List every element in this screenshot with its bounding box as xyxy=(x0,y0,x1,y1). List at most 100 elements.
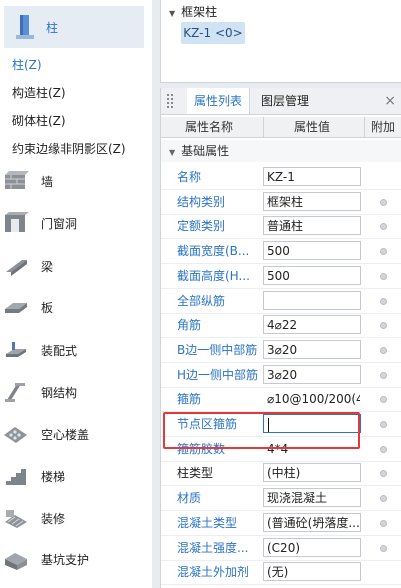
beam-icon xyxy=(3,254,29,278)
component-tree-panel: ▼ 框架柱 KZ-1 <0> xyxy=(160,0,401,83)
property-row[interactable]: 截面宽度(B... 500 xyxy=(161,239,401,265)
extra-attribute-radio[interactable] xyxy=(380,371,387,379)
category-beam[interactable]: 梁 xyxy=(0,249,150,283)
property-row[interactable]: 混凝土强度... (C20) xyxy=(161,536,401,561)
property-value-input[interactable]: (C20) xyxy=(263,537,361,557)
category-wall[interactable]: 墙 xyxy=(0,164,150,198)
prefab-icon xyxy=(3,338,29,362)
property-row[interactable]: 截面高度(H... 500 xyxy=(161,264,401,289)
extra-attribute-radio[interactable] xyxy=(380,272,387,280)
category-label: 柱 xyxy=(46,20,59,35)
property-name: 箍筋 xyxy=(177,392,202,407)
property-column-header: 属性名称 属性值 附加 xyxy=(161,117,401,138)
extra-attribute-radio[interactable] xyxy=(380,445,387,453)
property-value-input[interactable]: (中柱) xyxy=(263,463,361,483)
property-row[interactable]: H边一侧中部筋 3⌀20 xyxy=(161,363,401,388)
category-label: 钢结构 xyxy=(41,385,78,400)
extra-attribute-radio[interactable] xyxy=(380,297,387,305)
property-row[interactable]: 混凝土类型 (普通砼(坍落度... xyxy=(161,511,401,536)
category-prefab[interactable]: 装配式 xyxy=(0,333,150,367)
category-stair[interactable]: 楼梯 xyxy=(0,459,150,493)
category-hollow-floor[interactable]: 空心楼盖 xyxy=(0,417,150,451)
extra-attribute-radio[interactable] xyxy=(380,495,387,503)
property-row[interactable]: 名称 KZ-1 xyxy=(161,165,401,190)
property-row[interactable]: 混凝土外加剂 (无) xyxy=(161,560,401,586)
extra-attribute-radio[interactable] xyxy=(380,519,387,527)
property-value-input[interactable]: 4⌀22 xyxy=(263,315,361,335)
column-icon xyxy=(14,14,36,40)
category-foundation-pit[interactable]: 基坑支护 xyxy=(0,542,150,576)
property-value-input[interactable]: 普通柱 xyxy=(263,216,361,236)
extra-attribute-radio[interactable] xyxy=(380,544,387,552)
property-row[interactable]: 材质 现浇混凝土 xyxy=(161,486,401,512)
category-label: 板 xyxy=(41,300,54,315)
property-value-input[interactable] xyxy=(263,290,361,310)
extra-attribute-radio[interactable] xyxy=(380,322,387,330)
property-name: 混凝土外加剂 xyxy=(177,565,250,580)
expand-triangle-icon[interactable]: ▼ xyxy=(169,9,175,18)
property-row[interactable]: 结构类别 框架柱 xyxy=(161,190,401,215)
subitem-column-z[interactable]: 柱(Z) xyxy=(12,56,42,73)
property-value-text: 500 xyxy=(267,244,290,259)
group-basic-properties[interactable]: ▼ 基础属性 xyxy=(161,140,401,162)
property-value-input[interactable]: (无) xyxy=(263,562,361,582)
property-value-input[interactable]: 现浇混凝土 xyxy=(263,488,361,508)
subitem-construct-column[interactable]: 构造柱(Z) xyxy=(12,84,66,101)
row-divider xyxy=(161,584,401,586)
property-row[interactable]: 柱类型 (中柱) xyxy=(161,461,401,487)
category-label: 装修 xyxy=(41,511,66,526)
property-value-input[interactable]: 3⌀20 xyxy=(263,339,361,359)
panel-splitter[interactable] xyxy=(152,0,160,588)
category-decoration[interactable]: 装修 xyxy=(0,501,150,535)
category-column[interactable]: 柱 xyxy=(4,6,144,48)
extra-attribute-radio[interactable] xyxy=(380,248,387,256)
property-value-input[interactable]: KZ-1 xyxy=(263,167,361,186)
category-label: 基坑支护 xyxy=(41,552,90,567)
property-name: 定额类别 xyxy=(177,219,226,234)
extra-attribute-radio[interactable] xyxy=(380,346,387,354)
stair-icon xyxy=(3,464,29,488)
category-label: 墙 xyxy=(41,174,54,189)
drag-grip-icon[interactable] xyxy=(167,94,175,108)
property-value-input[interactable]: 3⌀20 xyxy=(263,364,361,384)
extra-attribute-radio[interactable] xyxy=(380,223,387,231)
tree-node-kz1[interactable]: KZ-1 <0> xyxy=(181,22,245,44)
property-name: 柱类型 xyxy=(177,466,214,481)
property-value-text: 3⌀20 xyxy=(267,367,298,382)
door-window-icon xyxy=(3,211,29,235)
category-label: 楼梯 xyxy=(41,469,66,484)
property-row[interactable]: 定额类别 普通柱 xyxy=(161,214,401,240)
property-value-input[interactable]: 500 xyxy=(263,265,361,285)
close-icon[interactable]: × xyxy=(384,88,396,114)
property-row[interactable]: B边一侧中部筋 3⌀20 xyxy=(161,338,401,363)
property-name: H边一侧中部筋 xyxy=(177,367,259,382)
property-value-input[interactable]: 500 xyxy=(263,241,361,261)
decoration-icon xyxy=(3,506,29,530)
subitem-constraint-edge[interactable]: 约束边缘非阴影区(Z) xyxy=(12,140,126,157)
property-value-input[interactable]: 框架柱 xyxy=(263,191,361,211)
collapse-triangle-icon[interactable]: ▼ xyxy=(169,148,175,157)
property-value-input[interactable]: ⌀10@100/200(4 xyxy=(263,389,361,409)
property-name: 混凝土强度... xyxy=(177,540,249,555)
property-row[interactable]: 全部纵筋 xyxy=(161,289,401,314)
extra-attribute-radio[interactable] xyxy=(380,470,387,478)
extra-attribute-radio[interactable] xyxy=(380,421,387,428)
property-name: 材质 xyxy=(177,491,202,506)
property-name: 混凝土类型 xyxy=(177,515,238,530)
category-slab[interactable]: 板 xyxy=(0,290,150,324)
category-label: 梁 xyxy=(41,259,54,274)
property-row[interactable]: 箍筋 ⌀10@100/200(4 xyxy=(161,387,401,413)
property-name: B边一侧中部筋 xyxy=(177,342,258,357)
component-nav-panel: 柱 柱(Z) 构造柱(Z) 砌体柱(Z) 约束边缘非阴影区(Z) 墙 门窗洞 梁… xyxy=(0,0,153,588)
category-door-window[interactable]: 门窗洞 xyxy=(0,206,150,240)
tab-property-list[interactable]: 属性列表 xyxy=(187,88,250,114)
extra-attribute-radio[interactable] xyxy=(380,396,387,404)
property-row[interactable]: 角筋 4⌀22 xyxy=(161,313,401,339)
tab-layer-management[interactable]: 图层管理 xyxy=(261,88,309,114)
category-steel-structure[interactable]: 钢结构 xyxy=(0,375,150,409)
extra-attribute-radio[interactable] xyxy=(380,198,387,206)
tree-root-frame-column[interactable]: ▼ 框架柱 xyxy=(169,3,217,20)
property-value-input[interactable]: (普通砼(坍落度... xyxy=(263,512,361,532)
subitem-masonry-column[interactable]: 砌体柱(Z) xyxy=(12,112,66,129)
property-name: 名称 xyxy=(177,170,202,184)
